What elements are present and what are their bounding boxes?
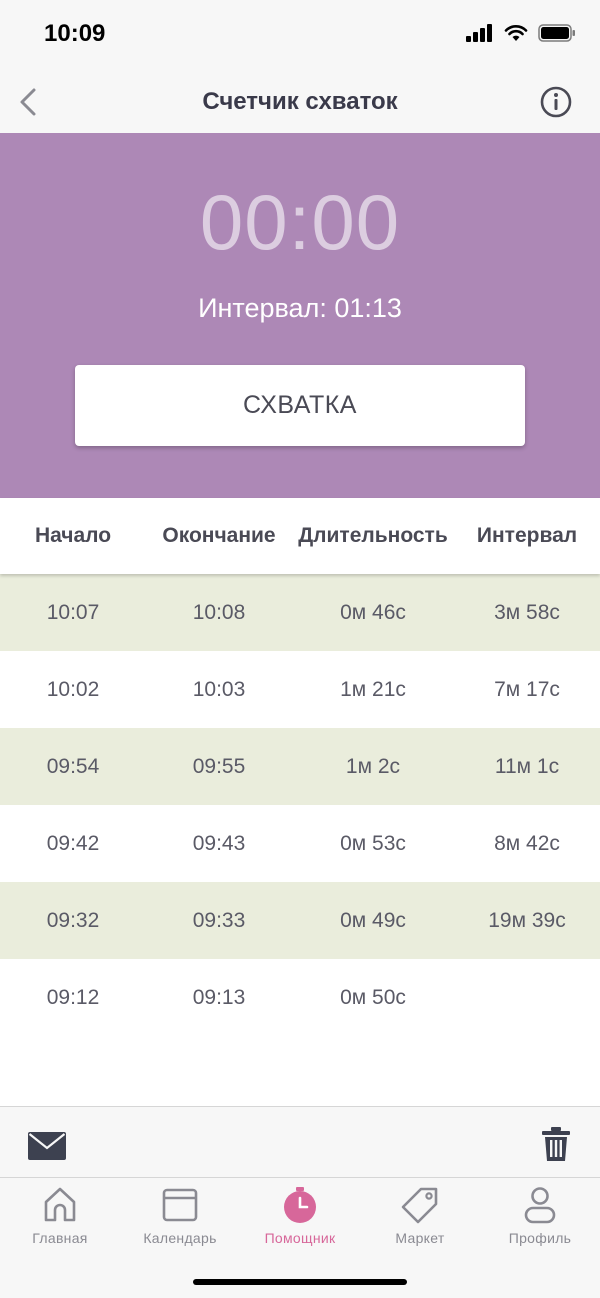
tab-label: Маркет <box>395 1230 445 1246</box>
cell-end: 10:08 <box>192 601 246 624</box>
cell-end: 09:55 <box>192 755 246 778</box>
tab-market[interactable]: Маркет <box>360 1186 480 1246</box>
tag-icon <box>401 1187 438 1224</box>
cell-duration: 0м 49с <box>340 909 406 932</box>
battery-icon <box>538 24 575 42</box>
column-header-interval: Интервал <box>476 524 578 547</box>
cell-start: 09:54 <box>46 755 100 778</box>
table-header: Начало Окончание Длительность Интервал <box>0 498 600 574</box>
tab-label: Календарь <box>143 1230 217 1246</box>
cell-duration: 1м 21с <box>340 678 406 701</box>
table-row[interactable]: 09:42 09:43 0м 53с 8м 42с <box>0 805 600 882</box>
table-row[interactable]: 09:54 09:55 1м 2с 11м 1с <box>0 728 600 805</box>
mail-icon[interactable] <box>28 1132 66 1160</box>
info-icon[interactable] <box>538 84 574 120</box>
timer-display: 00:00 <box>199 178 401 266</box>
page-title: Счетчик схваток <box>202 88 398 115</box>
wifi-icon <box>504 25 528 41</box>
column-header-end: Окончание <box>162 524 276 547</box>
contractions-table: 10:07 10:08 0м 46с 3м 58с 10:02 10:03 1м… <box>0 574 600 1036</box>
cell-end: 09:43 <box>192 832 246 855</box>
table-row[interactable]: 09:12 09:13 0м 50с <box>0 959 600 1036</box>
cell-duration: 0м 46с <box>340 601 406 624</box>
contraction-button[interactable]: СХВАТКА <box>75 365 525 446</box>
status-bar: 10:09 <box>0 0 600 72</box>
table-row[interactable]: 10:07 10:08 0м 46с 3м 58с <box>0 574 600 651</box>
tab-calendar[interactable]: Календарь <box>120 1186 240 1246</box>
cell-interval: 19м 39с <box>488 909 566 932</box>
tab-label: Помощник <box>264 1230 336 1246</box>
tab-home[interactable]: Главная <box>0 1186 120 1246</box>
cell-end: 10:03 <box>192 678 246 701</box>
timer-panel: 00:00 Интервал: 01:13 СХВАТКА <box>0 133 600 498</box>
cell-start: 09:12 <box>46 986 100 1009</box>
cell-duration: 0м 53с <box>340 832 406 855</box>
cell-start: 10:02 <box>46 678 100 701</box>
signal-icon <box>466 24 492 42</box>
action-bar <box>0 1106 600 1178</box>
navigation-bar: Счетчик схваток <box>0 72 600 133</box>
cell-start: 10:07 <box>46 601 100 624</box>
home-indicator <box>193 1279 407 1285</box>
table-row[interactable]: 10:02 10:03 1м 21с 7м 17с <box>0 651 600 728</box>
cell-duration: 1м 2с <box>345 755 401 778</box>
column-header-duration: Длительность <box>298 524 448 547</box>
status-time: 10:09 <box>44 20 106 47</box>
tab-profile[interactable]: Профиль <box>480 1186 600 1246</box>
profile-icon <box>524 1187 556 1224</box>
cell-interval: 7м 17с <box>494 678 560 701</box>
cell-start: 09:42 <box>46 832 100 855</box>
calendar-icon <box>162 1188 198 1222</box>
tab-label: Главная <box>32 1230 88 1246</box>
cell-end: 09:33 <box>192 909 246 932</box>
status-icons <box>466 24 576 42</box>
column-header-start: Начало <box>34 524 112 547</box>
tab-label: Профиль <box>508 1230 572 1246</box>
cell-interval: 11м 1с <box>494 755 560 778</box>
interval-text: Интервал: 01:13 <box>198 293 402 323</box>
tab-assistant[interactable]: Помощник <box>240 1186 360 1246</box>
home-icon <box>44 1187 76 1222</box>
cell-interval: 8м 42с <box>494 832 560 855</box>
cell-duration: 0м 50с <box>340 986 406 1009</box>
table-row[interactable]: 09:32 09:33 0м 49с 19м 39с <box>0 882 600 959</box>
timer-icon <box>284 1187 316 1223</box>
cell-start: 09:32 <box>46 909 100 932</box>
cell-end: 09:13 <box>192 986 246 1009</box>
cell-interval: 3м 58с <box>494 601 560 624</box>
trash-icon[interactable] <box>542 1127 570 1161</box>
